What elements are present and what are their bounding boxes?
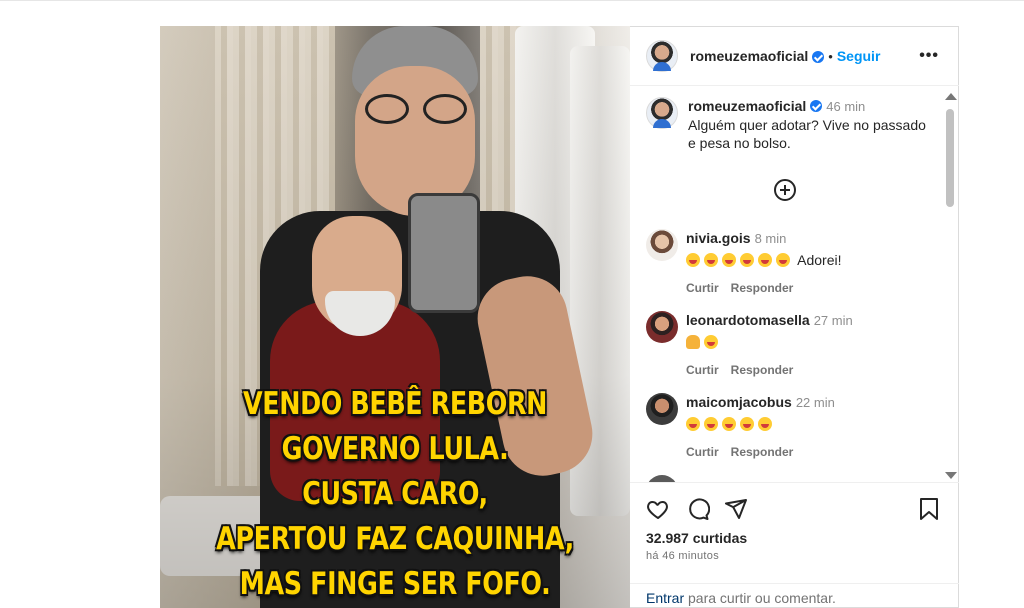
caption-line: VENDO BEBÊ REBORN xyxy=(242,386,548,422)
bookmark-icon[interactable] xyxy=(918,497,940,521)
list-item: leonardotomasella 27 min Curtir Responder xyxy=(646,311,936,379)
list-item: maicomjacobus 22 min Curtir Responder xyxy=(646,393,936,461)
caption-time: 46 min xyxy=(826,99,866,114)
avatar[interactable] xyxy=(646,229,678,261)
separator-dot: • xyxy=(828,48,833,64)
laughing-emoji-icon xyxy=(776,253,790,267)
like-comment-button[interactable]: Curtir xyxy=(686,363,719,377)
laughing-emoji-icon xyxy=(722,253,736,267)
post-image[interactable]: VENDO BEBÊ REBORN GOVERNO LULA. CUSTA CA… xyxy=(160,26,630,608)
like-comment-button[interactable]: Curtir xyxy=(686,445,719,459)
raised-hands-icon xyxy=(686,335,700,349)
caption-line: MAS FINGE SER FOFO. xyxy=(239,566,551,602)
laughing-emoji-icon xyxy=(758,417,772,431)
laughing-emoji-icon xyxy=(722,417,736,431)
avatar[interactable] xyxy=(646,393,678,425)
laughing-emoji-icon xyxy=(686,417,700,431)
caption-line: APERTOU FAZ CAQUINHA, xyxy=(216,521,574,557)
header-username[interactable]: romeuzemaoficial xyxy=(690,48,808,64)
likes-count[interactable]: 32.987 curtidas xyxy=(646,530,747,546)
post-timestamp[interactable]: há 46 minutos xyxy=(646,550,719,562)
scroll-thumb[interactable] xyxy=(946,109,954,207)
more-icon[interactable]: ••• xyxy=(919,47,939,65)
reply-button[interactable]: Responder xyxy=(731,281,794,295)
glasses xyxy=(365,94,470,124)
scroll-down-arrow[interactable] xyxy=(945,472,957,479)
comment-icon[interactable] xyxy=(686,497,710,521)
laughing-emoji-icon xyxy=(704,253,718,267)
post-caption: romeuzemaoficial 46 min Alguém quer adota… xyxy=(646,97,936,152)
verified-icon xyxy=(812,51,825,63)
login-to-comment: Entrar para curtir ou comentar. xyxy=(630,583,959,608)
heart-icon[interactable] xyxy=(646,497,670,521)
follow-button[interactable]: Seguir xyxy=(837,48,881,64)
login-link[interactable]: Entrar xyxy=(646,590,684,606)
post-sidebar: romeuzemaoficial • Seguir ••• romeuzemao… xyxy=(630,26,959,608)
post-actions: 32.987 curtidas há 46 minutos Entrar par… xyxy=(630,482,959,608)
scroll-up-arrow[interactable] xyxy=(945,93,957,100)
action-icons xyxy=(646,497,944,523)
comment-username[interactable]: leonardotomasella xyxy=(686,312,810,328)
top-divider xyxy=(0,0,1024,1)
comment-username[interactable]: nivia.gois xyxy=(686,230,751,246)
list-item: nivia.gois 8 min Adorei! Curtir Responder xyxy=(646,229,936,297)
post-header: romeuzemaoficial • Seguir ••• xyxy=(630,27,959,86)
laughing-emoji-icon xyxy=(704,335,718,349)
comment-text: Adorei! xyxy=(686,251,841,269)
like-comment-button[interactable]: Curtir xyxy=(686,281,719,295)
share-icon[interactable] xyxy=(724,497,748,521)
caption-text: Alguém quer adotar? Vive no passado e pe… xyxy=(688,117,926,151)
laughing-emoji-icon xyxy=(740,417,754,431)
login-prompt-text: para curtir ou comentar. xyxy=(684,590,836,606)
comment-time: 8 min xyxy=(754,231,787,246)
smartphone xyxy=(408,193,480,313)
add-circle-icon[interactable] xyxy=(774,179,796,201)
comment-time: 27 min xyxy=(813,313,853,328)
verified-icon xyxy=(810,100,823,112)
comment-username[interactable]: maicomjacobus xyxy=(686,394,792,410)
laughing-emoji-icon xyxy=(758,253,772,267)
comment-text-label: Adorei! xyxy=(797,252,842,268)
reply-button[interactable]: Responder xyxy=(731,363,794,377)
reply-button[interactable]: Responder xyxy=(731,445,794,459)
caption-line: GOVERNO LULA. xyxy=(281,431,509,467)
avatar[interactable] xyxy=(646,97,678,129)
comment-text xyxy=(686,415,835,433)
caption-line: CUSTA CARO, xyxy=(302,476,488,512)
avatar[interactable] xyxy=(646,40,678,72)
comment-text xyxy=(686,333,853,351)
avatar[interactable] xyxy=(646,311,678,343)
laughing-emoji-icon xyxy=(686,253,700,267)
laughing-emoji-icon xyxy=(740,253,754,267)
laughing-emoji-icon xyxy=(704,417,718,431)
image-caption: VENDO BEBÊ REBORN GOVERNO LULA. CUSTA CA… xyxy=(202,382,587,607)
caption-username[interactable]: romeuzemaoficial xyxy=(688,98,806,114)
comment-time: 22 min xyxy=(795,395,835,410)
comments-list[interactable]: romeuzemaoficial 46 min Alguém quer adota… xyxy=(630,87,959,483)
scrollbar[interactable] xyxy=(942,87,958,483)
